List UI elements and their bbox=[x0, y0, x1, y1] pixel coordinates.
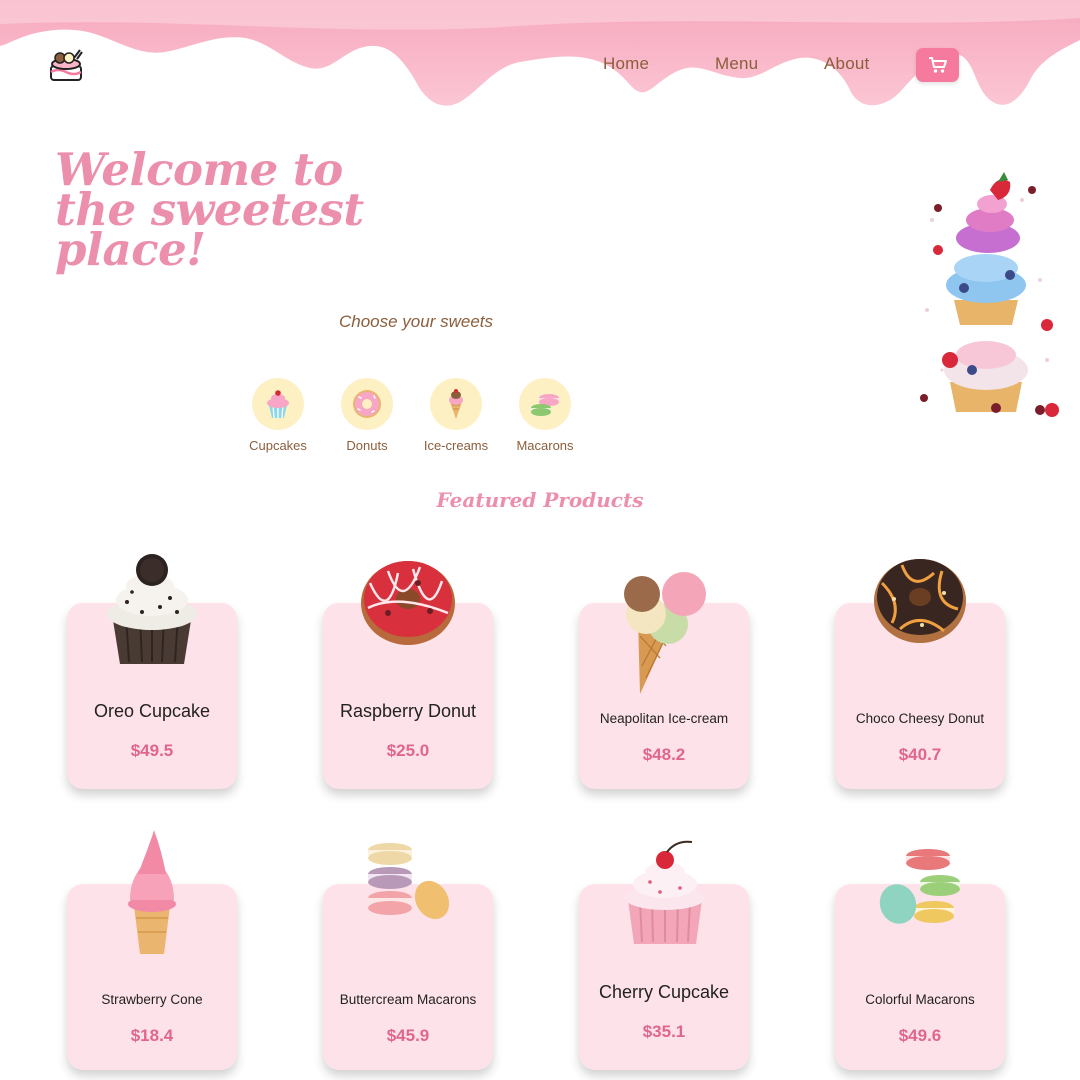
category-macarons[interactable]: Macarons bbox=[500, 378, 590, 453]
product-name: Raspberry Donut bbox=[339, 701, 477, 721]
category-label-ice-creams: Ice-creams bbox=[423, 438, 489, 453]
hero-title-line-2: the sweetest place! bbox=[55, 183, 364, 276]
product-price: $49.5 bbox=[130, 741, 174, 760]
neapolitan-ice-cream-image bbox=[624, 572, 706, 694]
cart-icon bbox=[928, 57, 947, 73]
product-name: Neapolitan Ice-cream bbox=[599, 711, 729, 726]
product-name: Oreo Cupcake bbox=[93, 701, 211, 721]
product-price: $40.7 bbox=[898, 745, 942, 764]
featured-products-heading: Featured Products bbox=[436, 488, 644, 512]
category-ice-creams[interactable]: Ice-creams bbox=[411, 378, 501, 453]
cart-button[interactable] bbox=[916, 48, 959, 82]
category-label-macarons: Macarons bbox=[516, 438, 574, 453]
product-price: $35.1 bbox=[642, 1022, 686, 1041]
product-name: Choco Cheesy Donut bbox=[855, 711, 985, 726]
stacked-cupcakes-image bbox=[912, 160, 1062, 430]
nav-link-about[interactable]: About bbox=[824, 54, 869, 74]
product-price: $48.2 bbox=[642, 745, 686, 764]
donut-icon bbox=[353, 390, 381, 418]
product-price: $18.4 bbox=[130, 1026, 174, 1045]
category-cupcakes[interactable]: Cupcakes bbox=[233, 378, 323, 453]
category-label-cupcakes: Cupcakes bbox=[249, 438, 307, 453]
oreo-cupcake-image bbox=[107, 554, 197, 664]
product-name: Cherry Cupcake bbox=[598, 982, 730, 1002]
ice-cream-cone-icon bbox=[449, 389, 463, 419]
nav-link-home[interactable]: Home bbox=[603, 54, 649, 74]
choco-cheesy-donut-image bbox=[874, 559, 966, 643]
product-price: $25.0 bbox=[386, 741, 430, 760]
product-name: Strawberry Cone bbox=[101, 992, 203, 1007]
cupcake-icon bbox=[267, 390, 289, 419]
cherry-cupcake-image bbox=[625, 840, 705, 944]
choose-sweets-heading: Choose your sweets bbox=[338, 312, 494, 331]
product-name: Colorful Macarons bbox=[865, 992, 975, 1007]
raspberry-donut-image bbox=[361, 561, 455, 645]
macarons-icon bbox=[531, 394, 559, 416]
category-donuts[interactable]: Donuts bbox=[322, 378, 412, 453]
buttercream-macarons-image bbox=[368, 843, 450, 920]
category-label-donuts: Donuts bbox=[346, 438, 388, 453]
nav-link-menu[interactable]: Menu bbox=[715, 54, 758, 74]
strawberry-cone-image bbox=[128, 830, 176, 954]
product-price: $49.6 bbox=[898, 1026, 942, 1045]
top-navigation: Home Menu About bbox=[0, 0, 1080, 130]
product-price: $45.9 bbox=[386, 1026, 430, 1045]
colorful-macarons-image bbox=[879, 849, 960, 924]
product-name: Buttercream Macarons bbox=[339, 992, 477, 1007]
hero-title: Welcome to the sweetest place! bbox=[55, 147, 525, 276]
